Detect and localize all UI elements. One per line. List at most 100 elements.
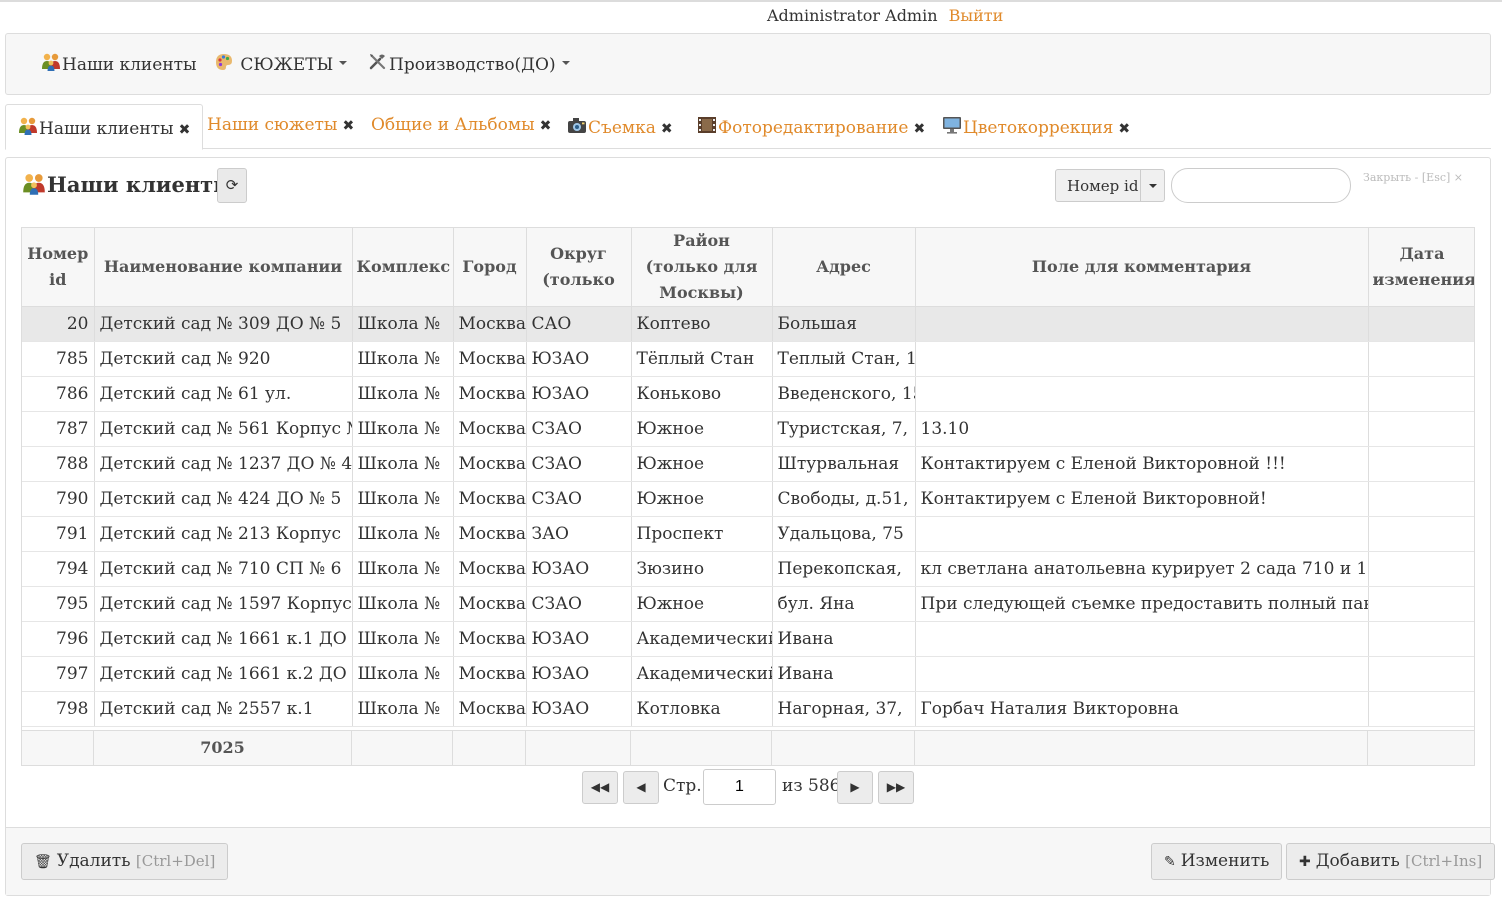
cell-district: ЮЗАО xyxy=(526,656,632,692)
table-row[interactable]: 786 Детский сад № 61 ул. Школа № Москва ЮЗАО… xyxy=(22,376,1474,412)
tab-label: Наши сюжеты xyxy=(207,115,338,135)
cell-address: Свободы, д.51, xyxy=(772,481,916,517)
add-button[interactable]: ✚ Добавить [Ctrl+Ins] xyxy=(1286,843,1496,880)
column-header-area[interactable]: Район (только для Москвы) xyxy=(631,228,773,307)
cell-comment xyxy=(915,516,1369,552)
close-icon[interactable]: ✖ xyxy=(342,118,354,134)
cell-company: Детский сад № 561 Корпус № xyxy=(94,411,353,447)
logout-link[interactable]: Выйти xyxy=(949,6,1004,25)
nav-item-clients[interactable]: Наши клиенты xyxy=(41,52,197,75)
search-field-label: Номер id xyxy=(1067,177,1139,195)
column-header-address[interactable]: Адрес xyxy=(772,228,916,307)
chevron-down-icon xyxy=(1149,184,1157,188)
table-row[interactable]: 795 Детский сад № 1597 Корпус Школа № Москв… xyxy=(22,586,1474,622)
cell-modified xyxy=(1368,481,1474,517)
cell-address: Ивана xyxy=(772,656,916,692)
column-header-comment[interactable]: Поле для комментария xyxy=(915,228,1369,307)
edit-button[interactable]: ✎ Изменить xyxy=(1151,843,1283,880)
close-icon[interactable]: ✖ xyxy=(179,122,191,138)
close-icon[interactable]: ✖ xyxy=(913,121,925,137)
search-field-dropdown-toggle[interactable] xyxy=(1140,170,1165,201)
page-count: из 586 xyxy=(782,776,841,796)
cell-address: Туристская, 7, xyxy=(772,411,916,447)
tab-label: Общие и Альбомы xyxy=(371,115,535,135)
next-page-button[interactable]: ▶ xyxy=(837,771,873,804)
page-title: Наши клиенты xyxy=(22,172,234,197)
tab-shooting[interactable]: Съемка ✖ xyxy=(567,104,673,149)
nav-item-production-dropdown[interactable]: Производство(ДО) xyxy=(368,52,570,75)
first-page-button[interactable]: ◀◀ xyxy=(582,771,618,804)
table-header-row: Номер id Наименование компании Комплекс … xyxy=(22,228,1474,307)
clients-grid: Номер id Наименование компании Комплекс … xyxy=(21,227,1475,766)
table-row[interactable]: 785 Детский сад № 920 Школа № Москва ЮЗАО Тёп… xyxy=(22,341,1474,377)
nav-item-stories-dropdown[interactable]: СЮЖЕТЫ xyxy=(214,52,348,75)
column-header-company[interactable]: Наименование компании xyxy=(94,228,353,307)
column-header-city[interactable]: Город xyxy=(453,228,527,307)
close-icon[interactable]: ✖ xyxy=(1118,121,1130,137)
footer-total: 7025 xyxy=(94,731,352,765)
cell-company: Детский сад № 2557 к.1 xyxy=(94,691,353,727)
tab-bar: Наши клиенты ✖ Наши сюжеты ✖ Общие и Альбо… xyxy=(5,104,1491,150)
table-row[interactable]: 796 Детский сад № 1661 к.1 ДО № Школа № Мос… xyxy=(22,621,1474,657)
clients-table: Номер id Наименование компании Комплекс … xyxy=(22,228,1474,727)
prev-page-button[interactable]: ◀ xyxy=(623,771,659,804)
table-row[interactable]: 791 Детский сад № 213 Корпус Школа № Москва… xyxy=(22,516,1474,552)
cell-complex: Школа № xyxy=(352,411,454,447)
cell-id: 795 xyxy=(22,586,95,622)
cell-id: 790 xyxy=(22,481,95,517)
cell-complex: Школа № xyxy=(352,446,454,482)
page-label: Стр. xyxy=(663,776,702,796)
cell-modified xyxy=(1368,621,1474,657)
cell-id: 20 xyxy=(22,306,95,342)
tab-albums[interactable]: Общие и Альбомы ✖ xyxy=(371,104,551,149)
cell-district: САО xyxy=(526,306,632,342)
cell-district: ЮЗАО xyxy=(526,691,632,727)
cell-modified xyxy=(1368,341,1474,377)
camera-icon xyxy=(567,115,587,135)
tab-clients[interactable]: Наши клиенты ✖ xyxy=(5,104,204,150)
table-row[interactable]: 797 Детский сад № 1661 к.2 ДО № Школа № Мос… xyxy=(22,656,1474,692)
cell-city: Москва xyxy=(453,306,527,342)
table-row[interactable]: 790 Детский сад № 424 ДО № 5 Школа № Москва… xyxy=(22,481,1474,517)
table-row[interactable]: 20 Детский сад № 309 ДО № 5 Школа № Москва С… xyxy=(22,306,1474,342)
table-row[interactable]: 798 Детский сад № 2557 к.1 Школа № Москва ЮЗ… xyxy=(22,691,1474,727)
search-field-select[interactable]: Номер id xyxy=(1055,169,1165,202)
cell-id: 785 xyxy=(22,341,95,377)
cell-address: Теплый Стан, 11 xyxy=(772,341,916,377)
cell-id: 788 xyxy=(22,446,95,482)
search-input[interactable] xyxy=(1171,168,1351,203)
close-icon[interactable]: ✖ xyxy=(661,121,673,137)
table-row[interactable]: 794 Детский сад № 710 СП № 6 Школа № Москва… xyxy=(22,551,1474,587)
close-icon[interactable]: ✖ xyxy=(540,118,552,134)
delete-button[interactable]: 🗑 Удалить [Ctrl+Del] xyxy=(21,843,229,880)
footer-cell xyxy=(352,731,453,765)
cell-comment: 13.10 xyxy=(915,411,1369,447)
table-row[interactable]: 787 Детский сад № 561 Корпус № Школа № Моск… xyxy=(22,411,1474,447)
tab-stories[interactable]: Наши сюжеты ✖ xyxy=(207,104,354,149)
main-navbar: Наши клиенты СЮЖЕТЫ Производство(ДО) xyxy=(5,33,1491,95)
column-header-district[interactable]: Округ (только xyxy=(526,228,632,307)
tab-photo-editing[interactable]: Фоторедактирование ✖ xyxy=(697,104,925,149)
last-page-button[interactable]: ▶▶ xyxy=(878,771,914,804)
table-footer-row: 7025 xyxy=(21,730,1475,766)
cell-district: ЮЗАО xyxy=(526,376,632,412)
page-number-input[interactable] xyxy=(703,769,776,805)
chevron-down-icon xyxy=(339,60,348,65)
cell-comment: При следующей съемке предоставить полный… xyxy=(915,586,1369,622)
column-header-complex[interactable]: Комплекс xyxy=(352,228,454,307)
cell-district: СЗАО xyxy=(526,446,632,482)
cell-id: 797 xyxy=(22,656,95,692)
column-header-id[interactable]: Номер id xyxy=(22,228,95,307)
table-row[interactable]: 788 Детский сад № 1237 ДО № 4 Школа № Москв… xyxy=(22,446,1474,482)
cell-address: Перекопская, xyxy=(772,551,916,587)
refresh-button[interactable]: ⟳ xyxy=(217,168,247,203)
last-page-icon: ▶▶ xyxy=(886,780,906,794)
close-hint[interactable]: Закрыть - [Esc] × xyxy=(1363,171,1463,184)
tab-color-correction[interactable]: Цветокоррекция ✖ xyxy=(942,104,1130,149)
column-header-modified[interactable]: Дата изменения xyxy=(1368,228,1474,307)
cell-id: 791 xyxy=(22,516,95,552)
cell-city: Москва xyxy=(453,341,527,377)
table-body: 20 Детский сад № 309 ДО № 5 Школа № Москва С… xyxy=(22,306,1474,727)
chevron-down-icon xyxy=(561,60,570,65)
delete-label: Удалить xyxy=(56,851,131,871)
